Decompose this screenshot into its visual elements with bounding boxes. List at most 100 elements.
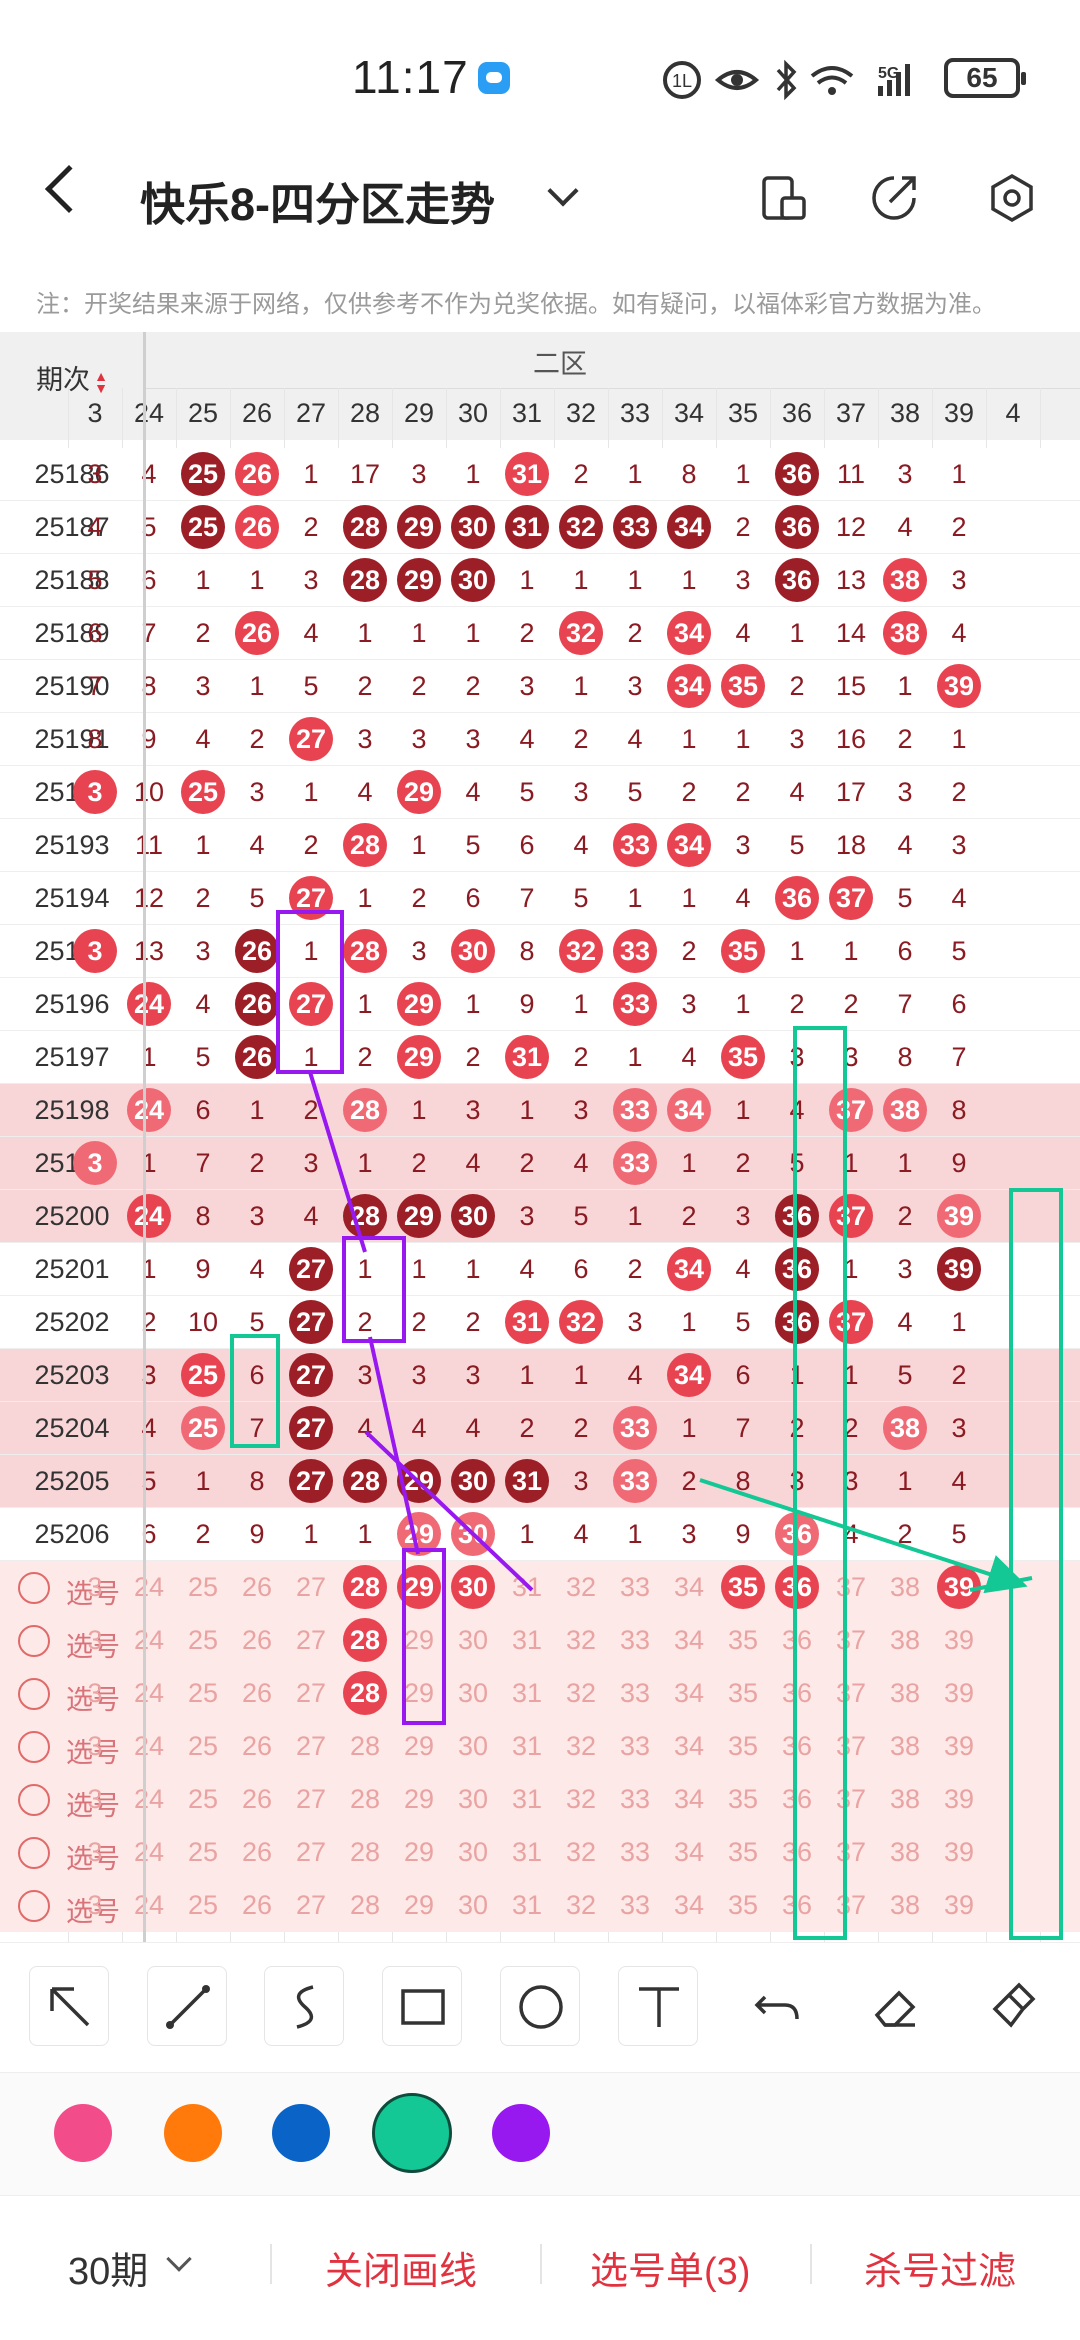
selected-number-ball[interactable]: 28 xyxy=(343,1671,387,1715)
number-ball[interactable]: 25 xyxy=(181,770,225,814)
number-ball[interactable]: 32 xyxy=(559,929,603,973)
number-ball[interactable]: 28 xyxy=(343,823,387,867)
number-ball[interactable]: 36 xyxy=(775,1194,819,1238)
number-ball[interactable]: 37 xyxy=(829,876,873,920)
select-number[interactable]: 31 xyxy=(500,1572,554,1603)
select-number[interactable]: 35 xyxy=(716,1625,770,1656)
selection-list-button[interactable]: 选号单(3) xyxy=(590,2240,750,2295)
number-ball[interactable]: 36 xyxy=(775,876,819,920)
select-number[interactable]: 24 xyxy=(122,1731,176,1762)
select-number[interactable]: 38 xyxy=(878,1625,932,1656)
select-number[interactable]: 28 xyxy=(338,1784,392,1815)
trend-table[interactable]: 二区 期次 ▲ ▼ 3 24 25 26 27 28 29 30 31 32 33 34 35 36 37 38 39 4… xyxy=(0,332,1080,1942)
number-ball[interactable]: 28 xyxy=(343,1088,387,1132)
number-ball[interactable]: 37 xyxy=(829,1088,873,1132)
number-ball[interactable]: 29 xyxy=(397,1035,441,1079)
number-ball[interactable]: 30 xyxy=(451,1512,495,1556)
number-ball[interactable]: 36 xyxy=(775,1512,819,1556)
select-number[interactable]: 3 xyxy=(68,1890,122,1921)
number-ball[interactable]: 36 xyxy=(775,452,819,496)
select-number[interactable]: 39 xyxy=(932,1731,986,1762)
radio-circle-icon[interactable] xyxy=(18,1890,50,1922)
select-number[interactable]: 28 xyxy=(338,1731,392,1762)
color-swatch-purple[interactable] xyxy=(492,2104,550,2162)
line-tool[interactable] xyxy=(147,1966,227,2046)
number-ball[interactable]: 26 xyxy=(235,611,279,655)
kill-filter-button[interactable]: 杀号过滤 xyxy=(864,2240,1016,2295)
number-ball[interactable]: 31 xyxy=(505,1459,549,1503)
select-number[interactable]: 32 xyxy=(554,1837,608,1868)
select-number[interactable]: 39 xyxy=(932,1625,986,1656)
number-ball[interactable]: 38 xyxy=(883,1088,927,1132)
number-ball[interactable]: 27 xyxy=(289,1300,333,1344)
select-number[interactable]: 30 xyxy=(446,1837,500,1868)
selected-number-ball[interactable]: 28 xyxy=(343,1565,387,1609)
number-ball[interactable]: 27 xyxy=(289,717,333,761)
select-number[interactable]: 25 xyxy=(176,1784,230,1815)
select-number[interactable]: 37 xyxy=(824,1890,878,1921)
number-ball[interactable]: 34 xyxy=(667,823,711,867)
select-number[interactable]: 33 xyxy=(608,1837,662,1868)
radio-circle-icon[interactable] xyxy=(18,1572,50,1604)
number-ball[interactable]: 39 xyxy=(937,664,981,708)
select-number[interactable]: 35 xyxy=(716,1837,770,1868)
number-ball[interactable]: 32 xyxy=(559,611,603,655)
number-ball[interactable]: 31 xyxy=(505,1300,549,1344)
number-ball[interactable]: 39 xyxy=(937,1194,981,1238)
select-number[interactable]: 37 xyxy=(824,1625,878,1656)
select-number[interactable]: 24 xyxy=(122,1890,176,1921)
number-ball[interactable]: 32 xyxy=(559,1300,603,1344)
select-number[interactable]: 26 xyxy=(230,1678,284,1709)
select-number[interactable]: 30 xyxy=(446,1731,500,1762)
number-ball[interactable]: 36 xyxy=(775,1300,819,1344)
settings-gear-icon[interactable] xyxy=(984,170,1040,226)
number-ball[interactable]: 35 xyxy=(721,664,765,708)
select-number[interactable]: 3 xyxy=(68,1572,122,1603)
eraser-tool[interactable] xyxy=(854,1966,934,2046)
select-number[interactable]: 29 xyxy=(392,1784,446,1815)
select-number[interactable]: 32 xyxy=(554,1572,608,1603)
number-ball[interactable]: 25 xyxy=(181,452,225,496)
select-number[interactable]: 3 xyxy=(68,1678,122,1709)
number-ball[interactable]: 34 xyxy=(667,664,711,708)
page-title[interactable]: 快乐8-四分区走势 xyxy=(140,168,495,233)
number-ball[interactable]: 35 xyxy=(721,929,765,973)
number-ball[interactable]: 36 xyxy=(775,558,819,602)
number-ball[interactable]: 32 xyxy=(559,505,603,549)
number-ball[interactable]: 31 xyxy=(505,452,549,496)
curve-tool[interactable] xyxy=(264,1966,344,2046)
select-number[interactable]: 27 xyxy=(284,1784,338,1815)
select-number[interactable]: 36 xyxy=(770,1837,824,1868)
select-number[interactable]: 30 xyxy=(446,1784,500,1815)
select-number[interactable]: 34 xyxy=(662,1890,716,1921)
select-number[interactable]: 34 xyxy=(662,1837,716,1868)
select-number[interactable]: 36 xyxy=(770,1678,824,1709)
select-number[interactable]: 24 xyxy=(122,1678,176,1709)
selected-number-ball[interactable]: 30 xyxy=(451,1565,495,1609)
select-number[interactable]: 29 xyxy=(392,1678,446,1709)
select-number[interactable]: 35 xyxy=(716,1784,770,1815)
select-number[interactable]: 26 xyxy=(230,1625,284,1656)
select-number[interactable]: 26 xyxy=(230,1572,284,1603)
select-number[interactable]: 31 xyxy=(500,1625,554,1656)
select-number[interactable]: 3 xyxy=(68,1625,122,1656)
select-number[interactable]: 3 xyxy=(68,1837,122,1868)
sort-icon[interactable]: ▲ ▼ xyxy=(94,369,108,395)
number-ball[interactable]: 34 xyxy=(667,1088,711,1132)
select-number[interactable]: 27 xyxy=(284,1678,338,1709)
select-number[interactable]: 32 xyxy=(554,1890,608,1921)
number-ball[interactable]: 33 xyxy=(613,1459,657,1503)
select-number[interactable]: 39 xyxy=(932,1678,986,1709)
select-number[interactable]: 24 xyxy=(122,1837,176,1868)
number-ball[interactable]: 28 xyxy=(343,505,387,549)
number-ball[interactable]: 34 xyxy=(667,505,711,549)
screen-mode-icon[interactable] xyxy=(756,170,812,226)
number-ball[interactable]: 36 xyxy=(775,505,819,549)
number-ball[interactable]: 37 xyxy=(829,1300,873,1344)
select-number[interactable]: 27 xyxy=(284,1731,338,1762)
number-ball[interactable]: 26 xyxy=(235,452,279,496)
select-number[interactable]: 26 xyxy=(230,1890,284,1921)
number-ball[interactable]: 33 xyxy=(613,1141,657,1185)
number-ball[interactable]: 33 xyxy=(613,982,657,1026)
radio-circle-icon[interactable] xyxy=(18,1731,50,1763)
